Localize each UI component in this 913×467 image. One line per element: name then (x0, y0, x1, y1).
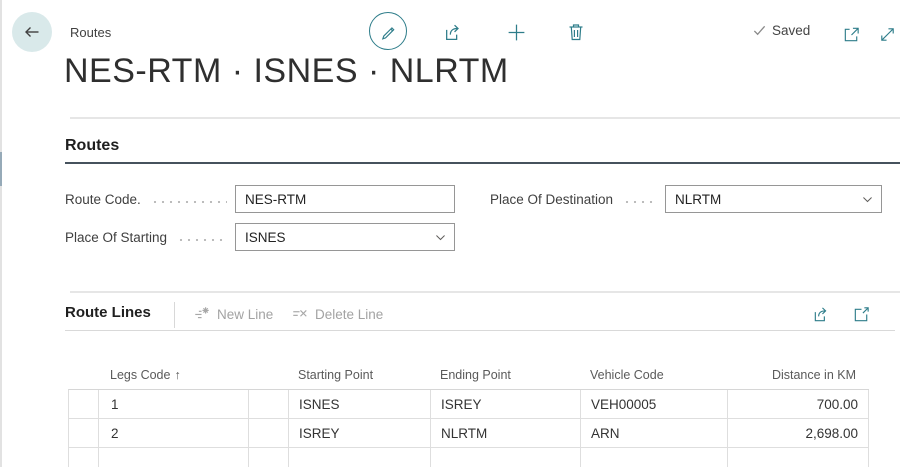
row-selector-cell[interactable] (69, 390, 99, 419)
plus-icon (506, 22, 527, 43)
route-code-field: Route Code. NES-RTM (65, 185, 455, 213)
chevron-down-icon[interactable] (861, 193, 874, 206)
selector-column-header[interactable] (68, 360, 98, 389)
check-icon (752, 23, 767, 38)
distance-km-cell[interactable]: 2,698.00 (728, 419, 869, 448)
distance-km-cell[interactable] (728, 448, 869, 467)
route-lines-underline (65, 330, 895, 331)
table-body: 1 ISNES ISREY VEH00005 700.00 2 ISREY NL… (68, 389, 869, 467)
delete-line-icon (291, 305, 309, 323)
route-lines-table: Legs Code ↑ Starting Point Ending Point … (68, 360, 869, 467)
spacer-cell[interactable] (249, 419, 289, 448)
table-row: 2 ISREY NLRTM ARN 2,698.00 (69, 419, 869, 448)
vehicle-code-cell[interactable]: VEH00005 (581, 390, 728, 419)
place-of-destination-combobox[interactable]: NLRTM (665, 185, 882, 213)
breadcrumb[interactable]: Routes (70, 25, 111, 40)
vertical-separator (174, 302, 175, 328)
sort-ascending-icon: ↑ (174, 368, 180, 382)
routes-section-underline (65, 162, 900, 164)
divider (70, 117, 900, 119)
scrollbar-thumb[interactable] (0, 152, 2, 186)
dotted-leader (177, 239, 227, 241)
legs-code-cell[interactable]: 1 (99, 390, 249, 419)
left-scrollbar[interactable] (0, 0, 2, 467)
legs-code-cell[interactable]: 2 (99, 419, 249, 448)
new-button[interactable] (505, 21, 527, 43)
distance-km-cell[interactable]: 700.00 (728, 390, 869, 419)
routes-section-title[interactable]: Routes (65, 137, 119, 155)
new-line-icon (193, 305, 211, 323)
delete-button[interactable] (565, 21, 587, 43)
edit-button[interactable] (369, 12, 407, 50)
legs-code-cell[interactable] (99, 448, 249, 467)
place-of-starting-combobox[interactable]: ISNES (235, 223, 455, 251)
table-header-row: Legs Code ↑ Starting Point Ending Point … (68, 360, 869, 389)
save-status-label: Saved (772, 23, 810, 38)
dotted-leader (623, 201, 657, 203)
starting-point-cell[interactable]: ISNES (289, 390, 431, 419)
divider (70, 291, 900, 293)
vehicle-code-cell[interactable]: ARN (581, 419, 728, 448)
row-selector-cell[interactable] (69, 448, 99, 467)
route-lines-share-button[interactable] (810, 303, 832, 325)
new-line-label: New Line (217, 307, 273, 322)
save-status: Saved (752, 23, 810, 38)
ending-point-cell[interactable]: NLRTM (431, 419, 581, 448)
route-lines-section-title[interactable]: Route Lines (65, 304, 151, 321)
column-header-ending-point[interactable]: Ending Point (430, 360, 580, 389)
delete-line-button[interactable]: Delete Line (291, 305, 383, 323)
focus-mode-button[interactable] (850, 303, 872, 325)
column-header-legs-code[interactable]: Legs Code ↑ (98, 360, 248, 389)
column-header-vehicle-code[interactable]: Vehicle Code (580, 360, 727, 389)
starting-point-cell[interactable]: ISREY (289, 419, 431, 448)
trash-icon (566, 22, 586, 42)
delete-line-label: Delete Line (315, 307, 383, 322)
route-code-label: Route Code. (65, 192, 141, 207)
ending-point-cell[interactable]: ISREY (431, 390, 581, 419)
row-selector-cell[interactable] (69, 419, 99, 448)
chevron-down-icon[interactable] (434, 231, 447, 244)
place-of-destination-value: NLRTM (675, 192, 721, 207)
spacer-column-header (248, 360, 288, 389)
open-in-new-window-icon (842, 25, 861, 44)
expand-button[interactable] (876, 23, 898, 45)
place-of-starting-field: Place Of Starting ISNES (65, 223, 455, 251)
routes-page: Routes (0, 0, 913, 467)
vehicle-code-cell[interactable] (581, 448, 728, 467)
table-row (69, 448, 869, 467)
open-in-new-window-button[interactable] (840, 23, 862, 45)
place-of-starting-value: ISNES (245, 230, 286, 245)
route-code-input[interactable]: NES-RTM (235, 185, 455, 213)
expand-diagonal-icon (878, 25, 897, 44)
place-of-starting-label: Place Of Starting (65, 230, 167, 245)
dotted-leader (151, 201, 227, 203)
place-of-destination-field: Place Of Destination NLRTM (490, 185, 882, 213)
starting-point-cell[interactable] (289, 448, 431, 467)
back-arrow-icon (22, 22, 42, 42)
pencil-icon (379, 22, 398, 41)
ending-point-cell[interactable] (431, 448, 581, 467)
route-code-value: NES-RTM (245, 192, 306, 207)
back-button[interactable] (12, 12, 52, 52)
spacer-cell[interactable] (249, 448, 289, 467)
column-header-distance-km[interactable]: Distance in KM (727, 360, 868, 389)
new-line-button[interactable]: New Line (193, 305, 273, 323)
column-header-starting-point[interactable]: Starting Point (288, 360, 430, 389)
share-icon (443, 22, 464, 43)
share-button[interactable] (442, 21, 464, 43)
page-title: NES-RTM · ISNES · NLRTM (64, 52, 509, 91)
place-of-destination-label: Place Of Destination (490, 192, 613, 207)
spacer-cell[interactable] (249, 390, 289, 419)
table-row: 1 ISNES ISREY VEH00005 700.00 (69, 390, 869, 419)
